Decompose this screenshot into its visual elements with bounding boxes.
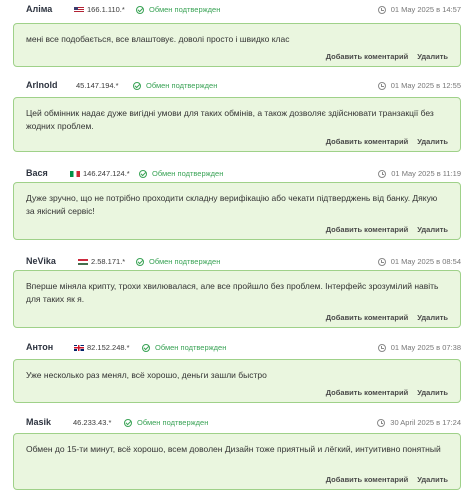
review-text: Дуже зручно, що не потрібно проходити ск… [26, 193, 438, 216]
delete-link[interactable]: Удалить [417, 313, 448, 322]
review-body: Вперше міняла крипту, трохи хвилювалася,… [13, 270, 461, 328]
clock-icon [377, 343, 386, 352]
review-actions: Добавить коментарий Удалить [326, 313, 448, 322]
status-text: Обмен подтвержден [155, 343, 227, 352]
check-circle-icon [124, 418, 132, 427]
reviewer-ip: 46.233.43.* [73, 418, 111, 427]
clock-icon [378, 169, 387, 178]
review-item: Аліма 166.1.110.* Обмен подтвержден 01 M… [0, 2, 473, 67]
reviewer-ip: 82.152.248.* [74, 343, 130, 352]
review-header: Masik 46.233.43.* Обмен подтвержден 30 A… [0, 415, 473, 433]
clock-icon [377, 81, 386, 90]
review-text: Цей обмінник надає дуже вигідні умови дл… [26, 108, 434, 131]
reviewer-name: NeVika [26, 256, 56, 266]
status-text: Обмен подтвержден [149, 257, 221, 266]
reviewer-name: Аліма [26, 4, 53, 14]
review-body: Дуже зручно, що не потрібно проходити ск… [13, 182, 461, 240]
ip-text: 2.58.171.* [91, 257, 126, 266]
clock-icon [377, 418, 386, 427]
status-text: Обмен подтвержден [137, 418, 209, 427]
review-date: 01 May 2025 в 08:54 [377, 257, 461, 266]
review-body: Цей обмінник надає дуже вигідні умови дл… [13, 97, 461, 152]
review-body: мені все подобається, все влаштовує. дов… [13, 23, 461, 67]
add-comment-link[interactable]: Добавить коментарий [326, 388, 408, 397]
date-text: 01 May 2025 в 11:19 [391, 169, 461, 178]
status-badge: Обмен подтвержден [136, 5, 220, 14]
delete-link[interactable]: Удалить [417, 52, 448, 61]
check-circle-icon [136, 5, 144, 14]
review-item: Антон 82.152.248.* Обмен подтвержден 01 … [0, 340, 473, 403]
status-badge: Обмен подтвержден [124, 418, 208, 427]
ip-text: 166.1.110.* [87, 5, 125, 14]
clock-icon [377, 5, 386, 14]
check-circle-icon [142, 343, 150, 352]
review-actions: Добавить коментарий Удалить [326, 52, 448, 61]
date-text: 30 April 2025 в 17:24 [390, 418, 461, 427]
flag-us-icon [74, 6, 84, 13]
status-text: Обмен подтвержден [146, 81, 218, 90]
date-text: 01 May 2025 в 07:38 [390, 343, 461, 352]
reviewer-ip: 45.147.194.* [76, 81, 119, 90]
check-circle-icon [133, 81, 141, 90]
review-text: Уже несколько раз менял, всё хорошо, ден… [26, 370, 267, 380]
delete-link[interactable]: Удалить [417, 475, 448, 484]
review-date: 01 May 2025 в 11:19 [378, 169, 461, 178]
delete-link[interactable]: Удалить [417, 388, 448, 397]
flag-hu-icon [78, 258, 88, 265]
review-actions: Добавить коментарий Удалить [326, 388, 448, 397]
review-actions: Добавить коментарий Удалить [326, 137, 448, 146]
status-badge: Обмен подтвержден [133, 81, 217, 90]
review-date: 30 April 2025 в 17:24 [377, 418, 461, 427]
review-header: Антон 82.152.248.* Обмен подтвержден 01 … [0, 340, 473, 358]
reviewer-ip: 146.247.124.* [70, 169, 130, 178]
review-item: NeVika 2.58.171.* Обмен подтвержден 01 M… [0, 254, 473, 328]
review-body: Обмен до 15-ти минут, всё хорошо, всем д… [13, 433, 461, 490]
review-text: Обмен до 15-ти минут, всё хорошо, всем д… [26, 444, 441, 454]
review-body: Уже несколько раз менял, всё хорошо, ден… [13, 359, 461, 403]
flag-it-icon [70, 170, 80, 177]
review-item: Вася 146.247.124.* Обмен подтвержден 01 … [0, 166, 473, 240]
flag-gb-icon [74, 344, 84, 351]
date-text: 01 May 2025 в 12:55 [390, 81, 461, 90]
reviewer-name: Arlnold [26, 80, 58, 90]
ip-text: 82.152.248.* [87, 343, 130, 352]
add-comment-link[interactable]: Добавить коментарий [326, 52, 408, 61]
date-text: 01 May 2025 в 08:54 [390, 257, 461, 266]
review-date: 01 May 2025 в 14:57 [377, 5, 461, 14]
delete-link[interactable]: Удалить [417, 225, 448, 234]
review-item: Masik 46.233.43.* Обмен подтвержден 30 A… [0, 415, 473, 490]
status-text: Обмен подтвержден [152, 169, 224, 178]
reviewer-name: Masik [26, 417, 52, 427]
date-text: 01 May 2025 в 14:57 [390, 5, 461, 14]
review-text: Вперше міняла крипту, трохи хвилювалася,… [26, 281, 439, 304]
reviewer-name: Антон [26, 342, 54, 352]
review-text: мені все подобається, все влаштовує. дов… [26, 34, 290, 44]
review-item: Arlnold 45.147.194.* Обмен подтвержден 0… [0, 78, 473, 152]
clock-icon [377, 257, 386, 266]
reviewer-name: Вася [26, 168, 48, 178]
review-header: Аліма 166.1.110.* Обмен подтвержден 01 M… [0, 2, 473, 20]
add-comment-link[interactable]: Добавить коментарий [326, 313, 408, 322]
ip-text: 46.233.43.* [73, 418, 112, 427]
ip-text: 146.247.124.* [83, 169, 130, 178]
reviewer-ip: 166.1.110.* [74, 5, 125, 14]
status-badge: Обмен подтвержден [139, 169, 223, 178]
ip-text: 45.147.194.* [76, 81, 119, 90]
review-actions: Добавить коментарий Удалить [326, 475, 448, 484]
status-badge: Обмен подтвержден [142, 343, 226, 352]
review-actions: Добавить коментарий Удалить [326, 225, 448, 234]
check-circle-icon [136, 257, 144, 266]
check-circle-icon [139, 169, 147, 178]
review-date: 01 May 2025 в 07:38 [377, 343, 461, 352]
review-header: Arlnold 45.147.194.* Обмен подтвержден 0… [0, 78, 473, 96]
status-text: Обмен подтвержден [149, 5, 221, 14]
reviewer-ip: 2.58.171.* [78, 257, 125, 266]
add-comment-link[interactable]: Добавить коментарий [326, 137, 408, 146]
delete-link[interactable]: Удалить [417, 137, 448, 146]
review-date: 01 May 2025 в 12:55 [377, 81, 461, 90]
add-comment-link[interactable]: Добавить коментарий [326, 475, 408, 484]
add-comment-link[interactable]: Добавить коментарий [326, 225, 408, 234]
status-badge: Обмен подтвержден [136, 257, 220, 266]
